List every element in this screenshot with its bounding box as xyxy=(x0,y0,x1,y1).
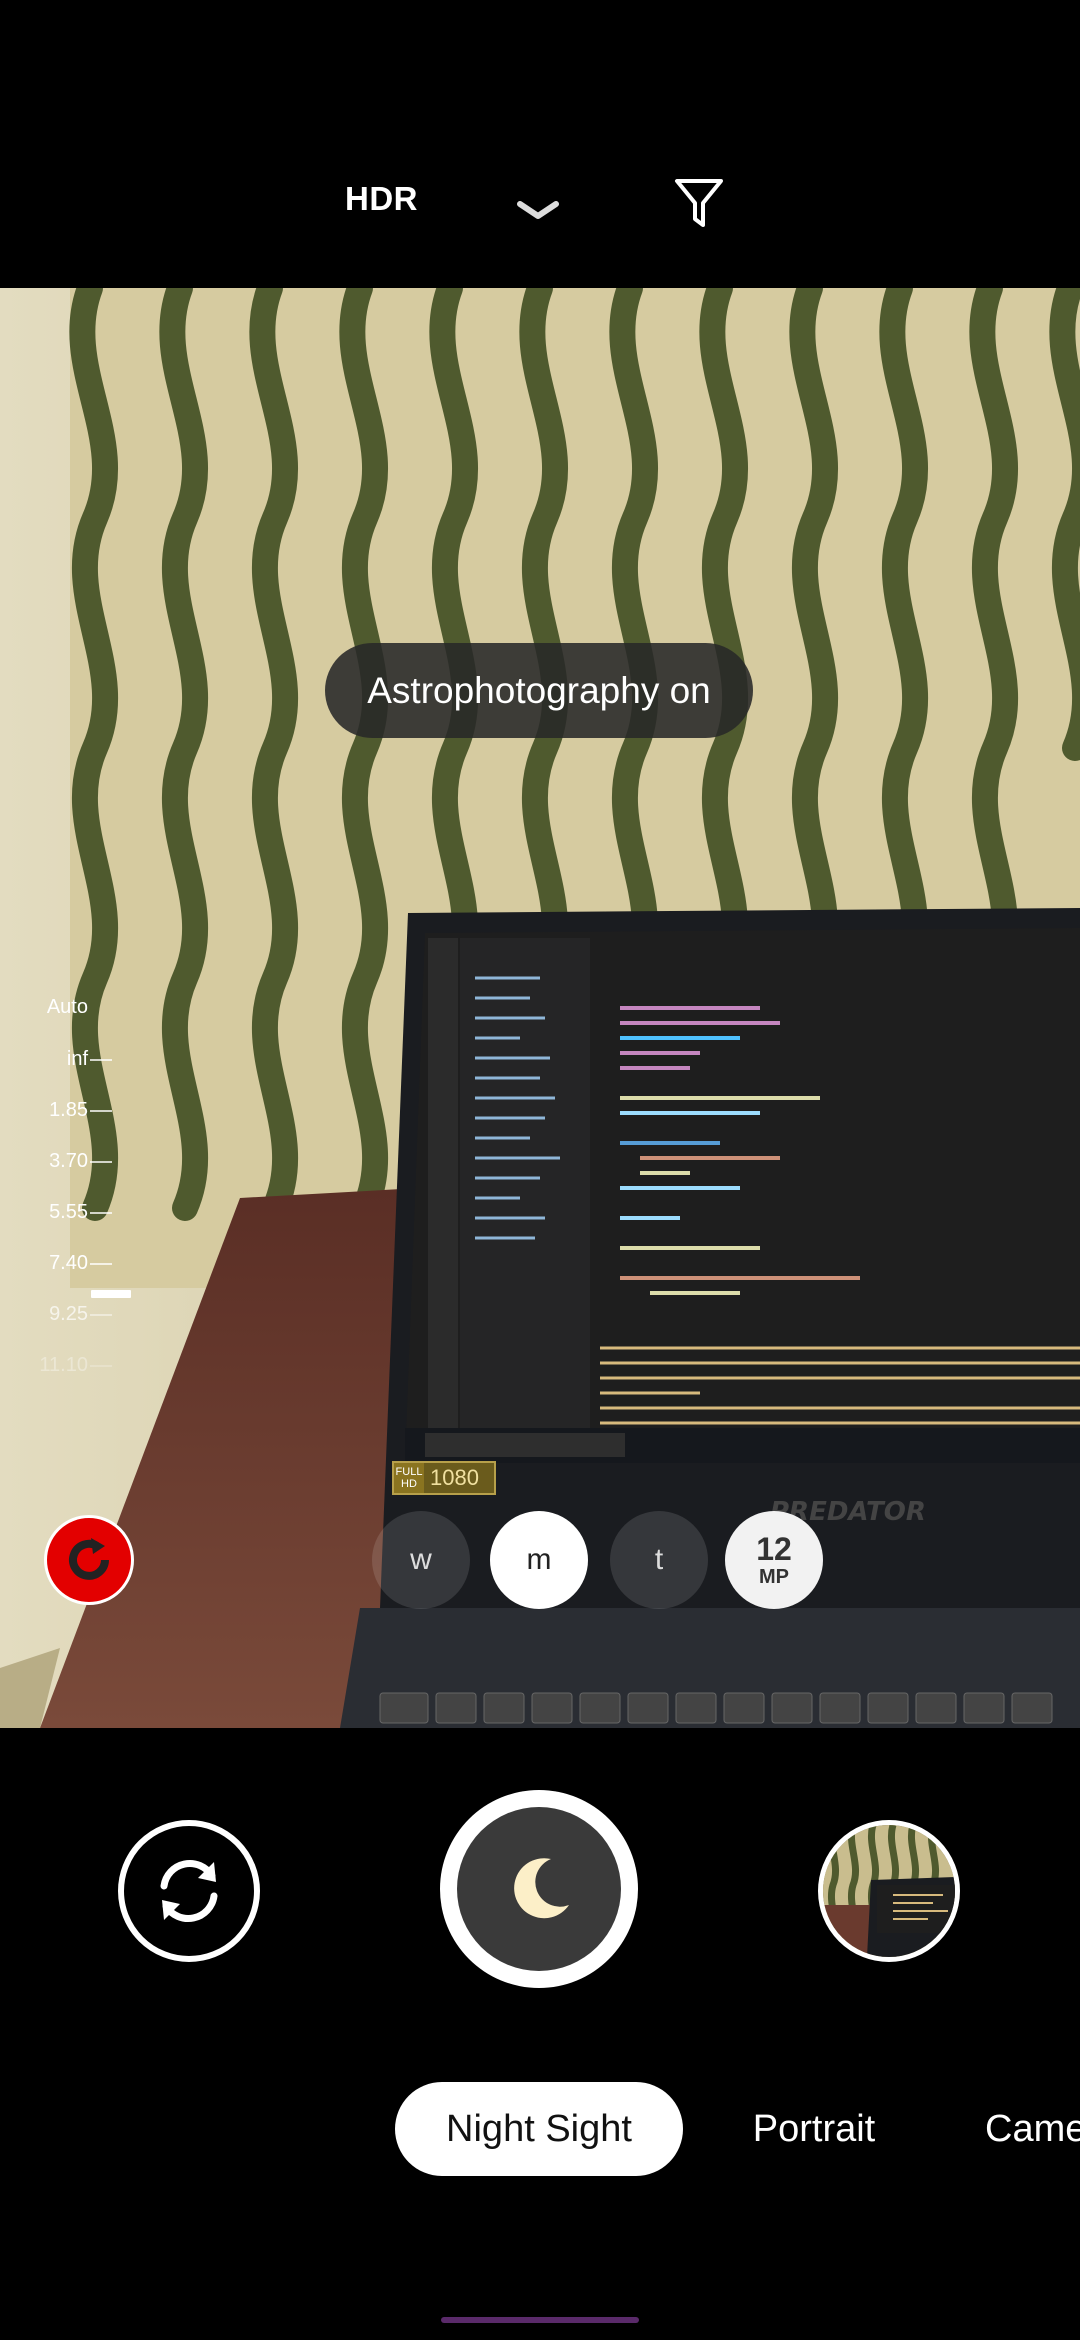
focus-tick xyxy=(90,1161,112,1163)
zoom-main-button[interactable]: m xyxy=(490,1511,588,1609)
focus-label-1-85[interactable]: 1.85 xyxy=(30,1099,88,1122)
gallery-thumbnail[interactable] xyxy=(818,1820,960,1962)
focus-tick xyxy=(90,1263,112,1265)
focus-auto-indicator xyxy=(91,1290,131,1298)
top-bar: HDR xyxy=(0,0,1080,288)
zoom-tele-button[interactable]: t xyxy=(610,1511,708,1609)
focus-label-3-70[interactable]: 3.70 xyxy=(30,1150,88,1173)
filter-icon[interactable] xyxy=(673,177,725,231)
focus-tick xyxy=(90,1110,112,1112)
gesture-nav-handle[interactable] xyxy=(441,2317,639,2323)
megapixel-value: 12 xyxy=(756,1531,792,1567)
focus-label-7-40[interactable]: 7.40 xyxy=(30,1252,88,1275)
zoom-wide-button[interactable]: w xyxy=(372,1511,470,1609)
focus-label-inf[interactable]: inf xyxy=(30,1048,88,1071)
camera-switch-icon xyxy=(160,1860,218,1922)
focus-label-11-10[interactable]: 11.10 xyxy=(30,1354,88,1377)
focus-label-auto[interactable]: Auto xyxy=(30,996,88,1019)
focus-tick xyxy=(90,1314,112,1316)
megapixel-unit: MP xyxy=(759,1566,789,1588)
focus-tick xyxy=(90,1365,112,1367)
focus-label-5-55[interactable]: 5.55 xyxy=(30,1201,88,1224)
focus-label-9-25[interactable]: 9.25 xyxy=(30,1303,88,1326)
shutter-inner xyxy=(457,1807,621,1971)
gallery-thumbnail-icon xyxy=(823,1825,955,1957)
resolution-value: 1080 xyxy=(430,1465,479,1490)
resolution-badge: FULL HD 1080 xyxy=(392,1461,496,1495)
mode-night-sight[interactable]: Night Sight xyxy=(395,2082,683,2176)
megapixel-button[interactable]: 12 MP xyxy=(725,1511,823,1609)
shutter-button[interactable] xyxy=(440,1790,638,1988)
reset-settings-button[interactable] xyxy=(44,1515,134,1605)
focus-tick xyxy=(90,1059,112,1061)
chevron-down-icon[interactable] xyxy=(516,196,560,224)
astrophotography-toast: Astrophotography on xyxy=(325,643,753,738)
focus-tick xyxy=(90,1212,112,1214)
switch-camera-button[interactable] xyxy=(118,1820,260,1962)
mode-portrait[interactable]: Portrait xyxy=(720,2082,908,2176)
moon-icon xyxy=(514,1858,569,1919)
mode-selector[interactable]: Night Sight Portrait Came xyxy=(0,2082,1080,2178)
full-hd-label: FULL HD xyxy=(394,1463,424,1493)
hdr-toggle[interactable]: HDR xyxy=(345,180,418,218)
mode-camera[interactable]: Came xyxy=(985,2082,1080,2176)
refresh-icon xyxy=(69,1538,109,1580)
